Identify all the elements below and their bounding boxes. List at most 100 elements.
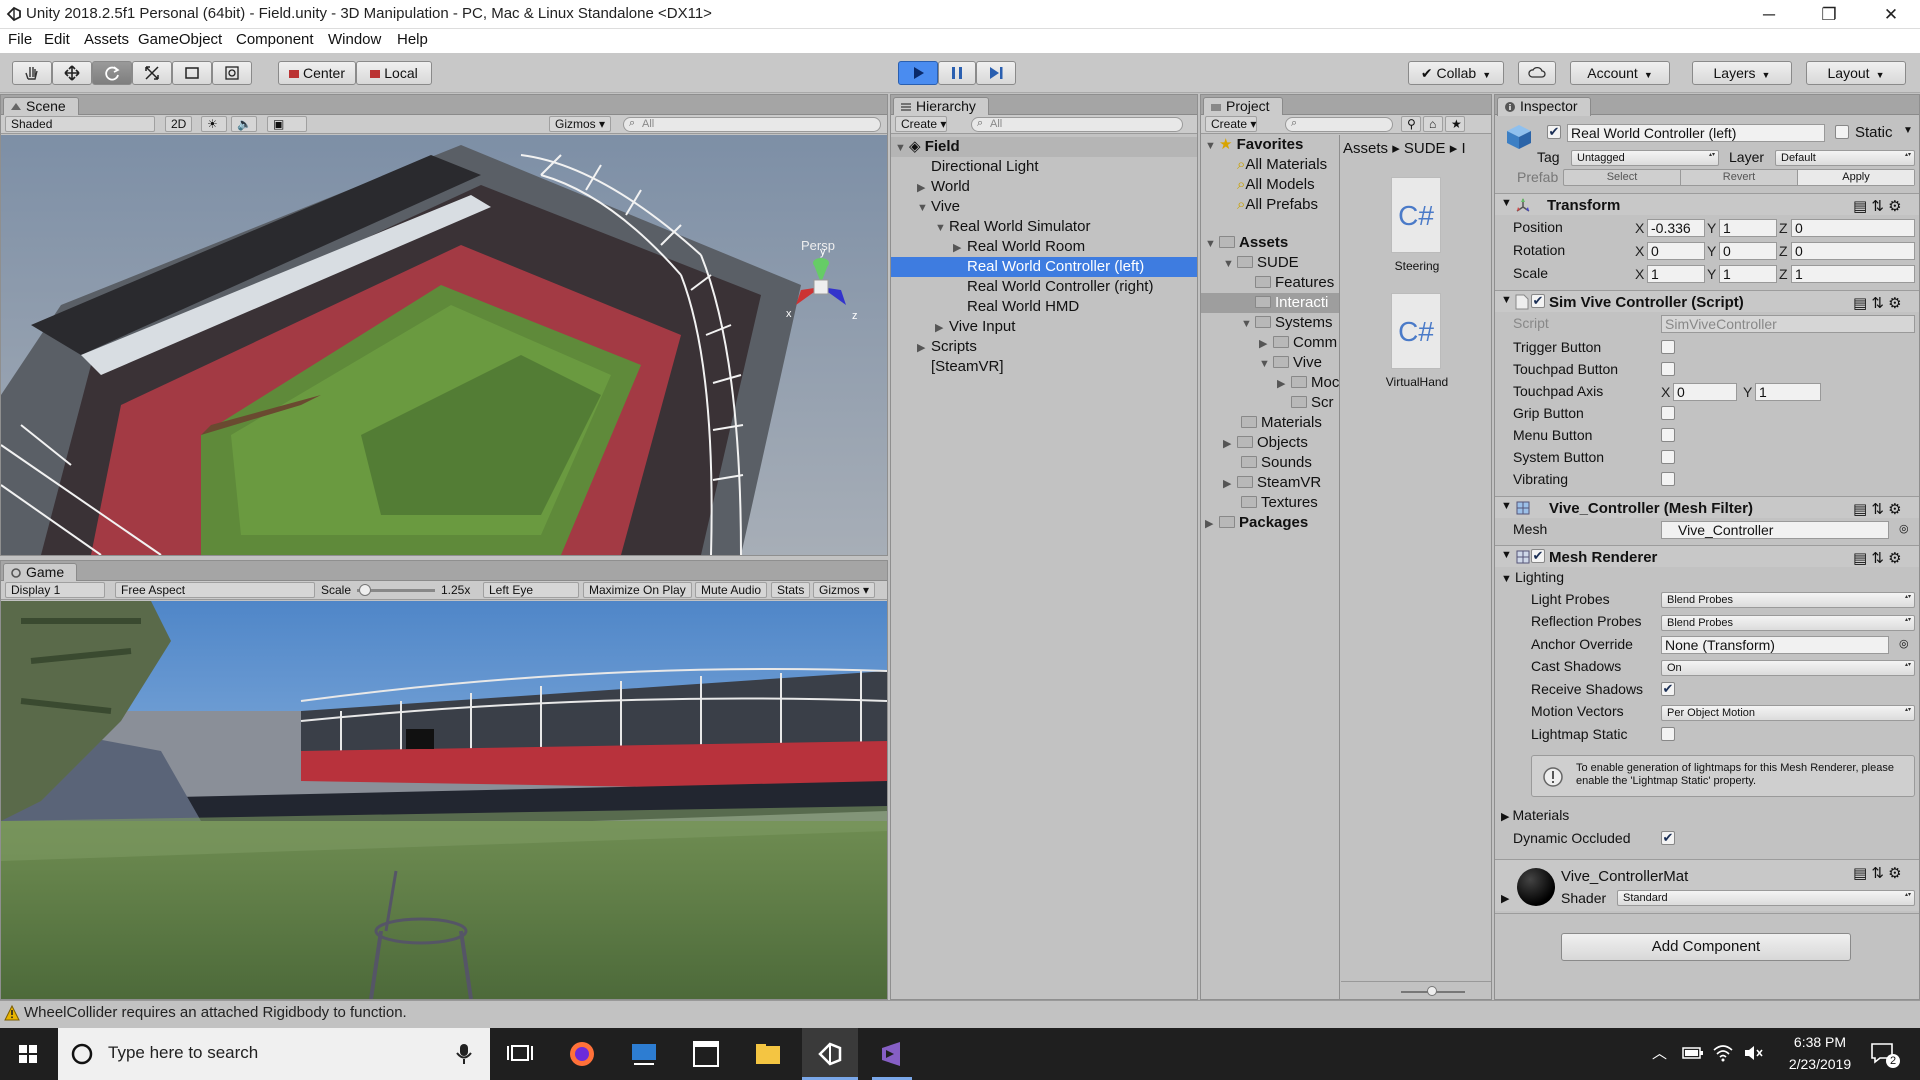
materials-foldout[interactable]: ▶ Materials xyxy=(1501,807,1569,823)
layer-dropdown[interactable]: Default xyxy=(1775,150,1915,166)
project-search-input[interactable] xyxy=(1285,117,1393,132)
rotate-tool-button[interactable] xyxy=(92,61,132,85)
hierarchy-row[interactable]: ▼ Real World Simulator xyxy=(891,217,1197,237)
layout-dropdown[interactable]: Layout ▼ xyxy=(1806,61,1906,85)
script-enabled-checkbox[interactable]: ✔ xyxy=(1531,294,1545,308)
object-name-field[interactable]: Real World Controller (left) xyxy=(1567,124,1825,142)
script-component-header[interactable]: ▼ ✔ Sim Vive Controller (Script) ▤ ⇅ ⚙ xyxy=(1495,290,1919,312)
menu-gameobject[interactable]: GameObject xyxy=(138,31,222,48)
taskbar-date[interactable]: 2/23/2019 xyxy=(1780,1056,1860,1072)
hierarchy-row[interactable]: [SteamVR] xyxy=(891,357,1197,377)
aspect-dropdown[interactable]: Free Aspect xyxy=(115,582,315,598)
hierarchy-row[interactable]: ▶ Scripts xyxy=(891,337,1197,357)
gear-icon[interactable]: ⚙ xyxy=(1888,550,1901,567)
hierarchy-row-selected[interactable]: Real World Controller (left) xyxy=(891,257,1197,277)
scale-z-field[interactable]: 1 xyxy=(1791,265,1915,283)
rotation-z-field[interactable]: 0 xyxy=(1791,242,1915,260)
scene-gizmos-dropdown[interactable]: Gizmos ▾ xyxy=(549,116,612,132)
lightmap-static-checkbox[interactable] xyxy=(1661,727,1675,741)
windows-start-icon[interactable] xyxy=(8,1036,48,1072)
hierarchy-row[interactable]: ▶ World xyxy=(891,177,1197,197)
static-checkbox[interactable] xyxy=(1835,125,1849,139)
scene-viewport[interactable]: Persp xyxy=(1,135,887,555)
prefab-apply-button[interactable]: Apply xyxy=(1798,170,1914,185)
remote-desktop-icon[interactable] xyxy=(624,1036,664,1072)
tray-chevron-icon[interactable]: ︿ xyxy=(1652,1042,1667,1063)
hierarchy-search-input[interactable]: All xyxy=(971,117,1183,132)
mesh-renderer-header[interactable]: ▼ ✔ Mesh Renderer ▤ ⇅ ⚙ xyxy=(1495,545,1919,567)
game-viewport[interactable] xyxy=(1,601,887,999)
prefab-revert-button[interactable]: Revert xyxy=(1681,170,1798,185)
menu-edit[interactable]: Edit xyxy=(44,31,70,48)
visual-studio-icon[interactable] xyxy=(872,1036,912,1072)
touchpad-axis-x-field[interactable]: 0 xyxy=(1673,383,1737,401)
transform-header[interactable]: ▼ Transform ▤ ⇅ ⚙ xyxy=(1495,193,1919,215)
tab-scene[interactable]: Scene xyxy=(3,97,79,116)
collab-dropdown[interactable]: ✔ Collab ▼ xyxy=(1408,61,1504,85)
scale-x-field[interactable]: 1 xyxy=(1647,265,1705,283)
mesh-filter-header[interactable]: ▼ Vive_Controller (Mesh Filter) ▤ ⇅ ⚙ xyxy=(1495,496,1919,518)
anchor-override-field[interactable]: None (Transform) xyxy=(1661,636,1889,654)
folder-row[interactable]: ▼ Vive xyxy=(1259,353,1322,373)
icon-size-thumb[interactable] xyxy=(1427,986,1437,996)
book-icon[interactable]: ▤ xyxy=(1853,501,1867,518)
scene-orientation-gizmo[interactable]: y x z xyxy=(776,245,866,335)
menu-window[interactable]: Window xyxy=(328,31,381,48)
menu-assets[interactable]: Assets xyxy=(84,31,129,48)
hierarchy-row[interactable]: Real World Controller (right) xyxy=(891,277,1197,297)
eye-dropdown[interactable]: Left Eye xyxy=(483,582,579,598)
receive-shadows-checkbox[interactable]: ✔ xyxy=(1661,682,1675,696)
touchpad-button-checkbox[interactable] xyxy=(1661,362,1675,376)
scene-root-row[interactable]: ▼ ◈ Field xyxy=(891,137,1197,157)
cloud-button[interactable] xyxy=(1518,61,1556,85)
firefox-icon[interactable] xyxy=(562,1036,602,1072)
favorite-button[interactable]: ★ xyxy=(1445,116,1465,132)
action-center-button[interactable]: 2 xyxy=(1870,1040,1900,1068)
transform-tool-button[interactable] xyxy=(212,61,252,85)
position-x-field[interactable]: -0.336 xyxy=(1647,219,1705,237)
tab-game[interactable]: Game xyxy=(3,563,78,582)
status-message[interactable]: WheelCollider requires an attached Rigid… xyxy=(24,1004,407,1021)
file-explorer-icon[interactable] xyxy=(748,1036,788,1072)
folder-row[interactable]: ▶ Objects xyxy=(1223,433,1308,453)
menu-button-checkbox[interactable] xyxy=(1661,428,1675,442)
scale-slider-thumb[interactable] xyxy=(359,584,371,596)
favorites-row[interactable]: ▼ ★ Favorites xyxy=(1205,135,1303,155)
window-app-icon[interactable] xyxy=(686,1036,726,1072)
folder-row[interactable]: Materials xyxy=(1241,413,1322,433)
rotation-x-field[interactable]: 0 xyxy=(1647,242,1705,260)
audio-toggle[interactable]: 🔈 xyxy=(231,116,257,132)
folder-row[interactable]: Scr xyxy=(1291,393,1334,413)
shader-dropdown[interactable]: Standard xyxy=(1617,890,1915,906)
reflection-probes-dropdown[interactable]: Blend Probes xyxy=(1661,615,1915,631)
microphone-icon[interactable] xyxy=(454,1042,474,1066)
volume-muted-icon[interactable] xyxy=(1742,1042,1764,1064)
menu-help[interactable]: Help xyxy=(397,31,428,48)
mesh-field[interactable]: Vive_Controller xyxy=(1661,521,1889,539)
touchpad-axis-y-field[interactable]: 1 xyxy=(1755,383,1821,401)
book-icon[interactable]: ▤ xyxy=(1853,295,1867,312)
folder-row[interactable]: ▶ Comm xyxy=(1259,333,1337,353)
favorite-item[interactable]: ⌕All Models xyxy=(1237,175,1315,195)
position-z-field[interactable]: 0 xyxy=(1791,219,1915,237)
stats-toggle[interactable]: Stats xyxy=(771,582,811,598)
folder-row[interactable]: ▼ SUDE xyxy=(1223,253,1299,273)
filter-label-button[interactable]: ⌂ xyxy=(1423,116,1443,132)
menu-component[interactable]: Component xyxy=(236,31,314,48)
hierarchy-row[interactable]: ▶ Vive Input xyxy=(891,317,1197,337)
close-button[interactable]: ✕ xyxy=(1862,0,1920,29)
scale-tool-button[interactable] xyxy=(132,61,172,85)
display-dropdown[interactable]: Display 1 xyxy=(5,582,105,598)
maximize-on-play-toggle[interactable]: Maximize On Play xyxy=(583,582,692,598)
lighting-foldout[interactable]: ▼ Lighting xyxy=(1501,569,1564,585)
account-dropdown[interactable]: Account ▼ xyxy=(1570,61,1670,85)
hierarchy-create-dropdown[interactable]: Create ▾ xyxy=(895,116,947,132)
gear-icon[interactable]: ⚙ xyxy=(1888,198,1901,215)
add-component-button[interactable]: Add Component xyxy=(1561,933,1851,961)
motion-vectors-dropdown[interactable]: Per Object Motion xyxy=(1661,705,1915,721)
grip-button-checkbox[interactable] xyxy=(1661,406,1675,420)
maximize-button[interactable]: ❐ xyxy=(1800,0,1858,29)
favorite-item[interactable]: ⌕All Prefabs xyxy=(1237,195,1318,215)
pivot-center-button[interactable]: Center xyxy=(278,61,356,85)
renderer-enabled-checkbox[interactable]: ✔ xyxy=(1531,549,1545,563)
